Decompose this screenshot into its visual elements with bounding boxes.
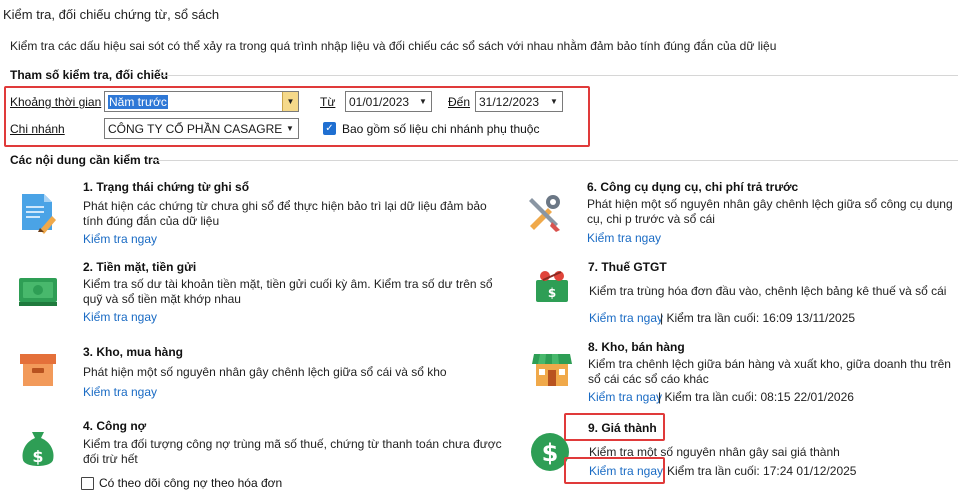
to-date-picker[interactable]: 31/12/2023 ▼: [475, 91, 563, 112]
item-2-check-link[interactable]: Kiểm tra ngay: [83, 310, 157, 324]
period-label: Khoảng thời gian: [10, 95, 101, 109]
from-date-value[interactable]: 01/01/2023: [349, 95, 415, 109]
period-value[interactable]: Năm trước: [108, 94, 168, 109]
params-section-title: Tham số kiểm tra, đối chiếu: [10, 68, 169, 82]
item-2-title: 2. Tiền mặt, tiền gửi: [83, 260, 197, 274]
period-label-text: Khoảng thời gian: [10, 95, 102, 109]
branch-combo[interactable]: CÔNG TY CỔ PHẦN CASAGREEN ▼: [104, 118, 299, 139]
box-icon: [16, 348, 60, 395]
item-9-last-check: Kiểm tra lần cuối: 17:24 01/12/2025: [667, 464, 857, 478]
window-title: Kiểm tra, đối chiếu chứng từ, sổ sách: [3, 7, 220, 22]
window-description: Kiểm tra các dấu hiệu sai sót có thể xảy…: [10, 39, 777, 53]
item-6-title: 6. Công cụ dụng cụ, chi phí trả trước: [587, 180, 799, 194]
svg-text:$: $: [542, 439, 559, 467]
svg-text:$: $: [548, 286, 556, 300]
item-8-title: 8. Kho, bán hàng: [588, 340, 685, 354]
item-4-title: 4. Công nợ: [83, 419, 147, 433]
branch-value[interactable]: CÔNG TY CỔ PHẦN CASAGREEN: [108, 122, 282, 136]
item-1-check-link[interactable]: Kiểm tra ngay: [83, 232, 157, 246]
to-date-value[interactable]: 31/12/2023: [479, 95, 546, 109]
contents-section-title: Các nội dung cần kiểm tra: [10, 153, 160, 167]
chevron-down-icon[interactable]: ▼: [282, 119, 298, 138]
to-label: Đến: [448, 95, 471, 109]
from-label: Từ: [320, 95, 336, 109]
item-2-desc: Kiểm tra số dư tài khoản tiền mặt, tiền …: [83, 277, 493, 306]
item-1-title: 1. Trạng thái chứng từ ghi sổ: [83, 180, 250, 194]
item-8-check-link[interactable]: Kiểm tra ngay: [588, 390, 662, 404]
money-bag-icon: $: [16, 428, 60, 475]
include-sub-label: Bao gồm số liệu chi nhánh phụ thuộc: [342, 122, 540, 136]
item-3-title: 3. Kho, mua hàng: [83, 345, 184, 359]
document-pencil-icon: [16, 190, 60, 237]
debt-by-invoice-label: Có theo dõi công nợ theo hóa đơn: [99, 476, 283, 490]
chevron-down-icon[interactable]: ▼: [282, 92, 298, 111]
item-8-desc: Kiểm tra chênh lệch giữa bán hàng và xuấ…: [588, 357, 951, 386]
tax-icon: $: [530, 266, 574, 313]
item-7-title: 7. Thuế GTGT: [588, 260, 667, 274]
item-6-desc: Phát hiện một số nguyên nhân gây chênh l…: [587, 197, 953, 226]
item-4-desc: Kiểm tra đối tượng công nợ trùng mã số t…: [83, 437, 502, 466]
chevron-down-icon[interactable]: ▼: [415, 92, 431, 111]
item-7-last-check: | Kiểm tra lần cuối: 16:09 13/11/2025: [660, 311, 856, 325]
item-7-check-link[interactable]: Kiểm tra ngay: [589, 311, 663, 325]
item-1-desc: Phát hiện các chứng từ chưa ghi sổ để th…: [83, 199, 487, 228]
period-combo[interactable]: Năm trước ▼: [104, 91, 299, 112]
chevron-down-icon[interactable]: ▼: [546, 92, 562, 111]
item-9-check-link[interactable]: Kiểm tra ngay: [589, 464, 663, 478]
params-divider: [162, 75, 958, 76]
tools-icon: [522, 190, 566, 237]
branch-label: Chi nhánh: [10, 122, 65, 136]
item-8-last-check: | Kiểm tra lần cuối: 08:15 22/01/2026: [658, 390, 854, 404]
item-6-check-link[interactable]: Kiểm tra ngay: [587, 231, 661, 245]
svg-text:$: $: [32, 447, 43, 466]
debt-by-invoice-checkbox[interactable]: [81, 477, 94, 490]
include-sub-checkbox[interactable]: ✓: [323, 122, 336, 135]
cash-icon: [16, 268, 60, 315]
from-date-picker[interactable]: 01/01/2023 ▼: [345, 91, 432, 112]
item-7-desc: Kiểm tra trùng hóa đơn đầu vào, chênh lệ…: [589, 284, 947, 298]
item-3-desc: Phát hiện một số nguyên nhân gây chênh l…: [83, 365, 447, 379]
item-3-check-link[interactable]: Kiểm tra ngay: [83, 385, 157, 399]
contents-divider: [152, 160, 958, 161]
store-icon: [530, 348, 574, 395]
item-9-title: 9. Giá thành: [588, 421, 657, 435]
